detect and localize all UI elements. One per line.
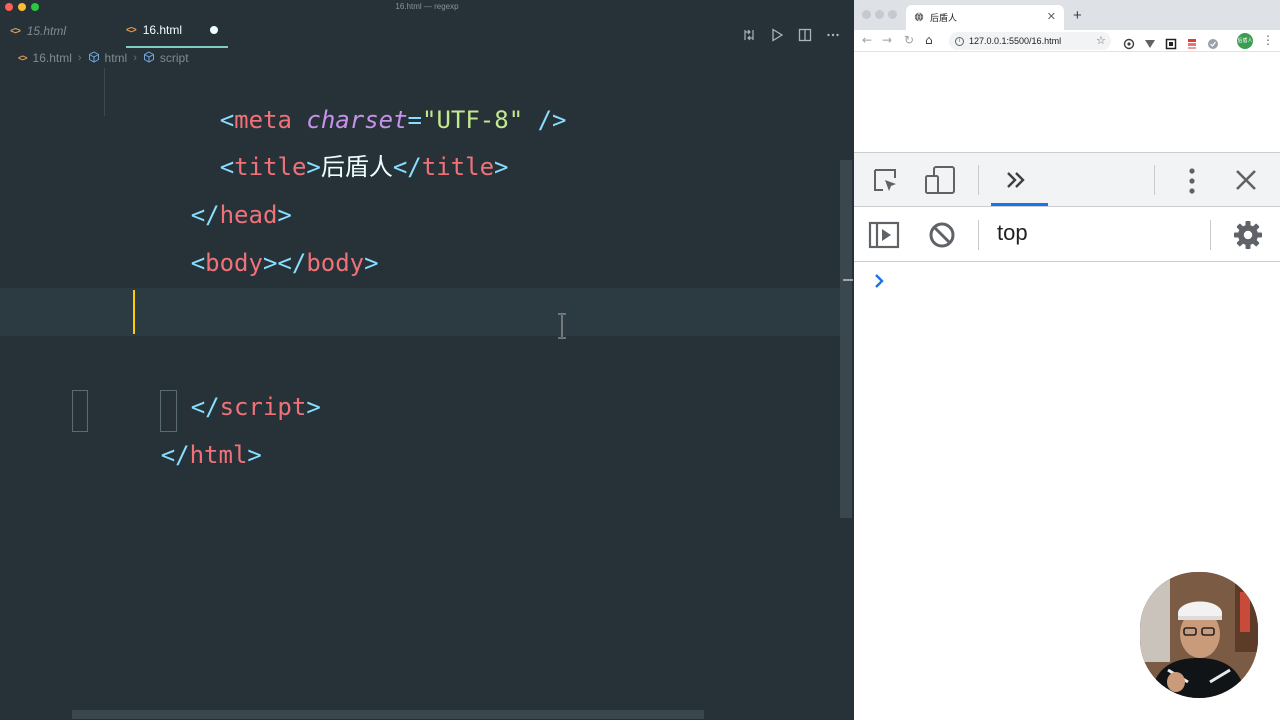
toolbar-separator [1154, 165, 1155, 195]
extension-icon[interactable] [1123, 35, 1135, 50]
breadcrumb-chevron-icon: › [77, 52, 82, 64]
title-bar: 16.html — regexp [0, 0, 854, 14]
breadcrumb-file[interactable]: <> 16.html [18, 51, 72, 65]
vertical-scrollbar[interactable] [840, 160, 852, 518]
run-icon[interactable] [770, 28, 784, 42]
close-tab-icon[interactable]: ✕ [1047, 10, 1056, 23]
code-line: </script> [190, 393, 321, 421]
breadcrumb-html[interactable]: html [88, 50, 127, 66]
code-line: <meta charset="UTF-8" /> [219, 106, 567, 134]
close-devtools-icon[interactable] [1234, 168, 1258, 196]
more-tabs-chevron-icon[interactable] [1004, 168, 1028, 196]
show-sidebar-icon[interactable] [868, 221, 900, 253]
browser-tab-strip: 后盾人 ✕ + [854, 0, 1280, 30]
code-editor: 16.html — regexp <> 15.html <> 16.html <… [0, 0, 854, 720]
tab-label: 16.html [142, 23, 183, 37]
clear-console-icon[interactable] [928, 221, 956, 253]
forward-icon[interactable]: → [882, 33, 892, 47]
tab-15-html[interactable]: <> 15.html [10, 14, 66, 48]
code-line: </head> [190, 201, 292, 229]
horizontal-scrollbar[interactable] [72, 710, 704, 719]
console-toolbar: top [854, 208, 1280, 262]
window-title: 16.html — regexp [395, 2, 459, 11]
breadcrumb-chevron-icon: › [133, 52, 137, 64]
extension-stack-icon[interactable] [1186, 35, 1198, 49]
indent-guide [104, 68, 105, 116]
element-cube-icon [88, 50, 100, 66]
url-text: 127.0.0.1:5500/16.html [969, 36, 1062, 46]
profile-avatar[interactable]: 后盾人 [1237, 33, 1253, 49]
browser-menu-icon[interactable]: ⋮ [1262, 33, 1274, 47]
globe-icon [914, 12, 924, 24]
more-actions-icon[interactable] [826, 28, 840, 42]
cursor-position-marker [843, 279, 853, 281]
new-tab-icon[interactable]: + [1073, 7, 1082, 24]
console-settings-gear-icon[interactable] [1233, 220, 1263, 254]
toolbar-separator [1210, 220, 1211, 250]
reload-icon[interactable]: ↻ [904, 33, 914, 47]
split-editor-icon[interactable] [798, 28, 812, 42]
browser-minimize-button[interactable] [875, 10, 884, 19]
devtools-tab-toolbar [854, 153, 1280, 207]
devtools-menu-icon[interactable] [1180, 166, 1204, 200]
active-tab-underline [991, 203, 1048, 206]
address-bar[interactable]: i 127.0.0.1:5500/16.html [949, 32, 1111, 50]
html-file-icon: <> [10, 25, 21, 37]
breadcrumb: <> 16.html › html › script [0, 48, 854, 68]
toolbar-separator [978, 165, 979, 195]
home-icon[interactable]: ⌂ [925, 33, 933, 47]
code-text-area[interactable]: <meta charset="UTF-8" /> <title>后盾人</tit… [0, 68, 854, 720]
console-prompt-chevron-icon[interactable] [874, 273, 884, 293]
browser-toolbar: ← → ↻ ⌂ i 127.0.0.1:5500/16.html ☆ 后盾人 ⋮ [854, 30, 1280, 52]
browser-close-button[interactable] [862, 10, 871, 19]
toolbar-separator [978, 220, 979, 250]
current-code-line [0, 288, 840, 336]
mouse-ibeam-cursor-icon [556, 313, 568, 345]
breadcrumb-script[interactable]: script [143, 50, 189, 66]
html-file-icon: <> [18, 53, 27, 63]
browser-maximize-button[interactable] [888, 10, 897, 19]
editor-tab-bar: <> 15.html <> 16.html [0, 14, 854, 48]
browser-tab[interactable]: 后盾人 ✕ [906, 5, 1064, 30]
extension-puzzle-icon[interactable] [1207, 35, 1219, 49]
bookmark-star-icon[interactable]: ☆ [1096, 34, 1106, 47]
unsaved-dot-icon[interactable] [210, 26, 218, 34]
code-line: </html> [160, 441, 262, 469]
code-line: <body></body> [190, 249, 379, 277]
code-line: <script> [104, 239, 854, 325]
browser-tab-title: 后盾人 [930, 13, 958, 23]
presenter-webcam-image [1140, 572, 1258, 698]
editor-actions [742, 28, 840, 42]
text-cursor [133, 290, 135, 334]
tab-label: 15.html [26, 24, 67, 38]
element-cube-icon [143, 50, 155, 66]
inspect-element-icon[interactable] [872, 167, 900, 199]
vue-devtools-icon[interactable] [1144, 35, 1156, 48]
back-icon[interactable]: ← [862, 33, 872, 47]
javascript-context-selector[interactable]: top [997, 220, 1028, 246]
extension-box-icon[interactable] [1165, 35, 1177, 50]
source-control-compare-icon[interactable] [742, 28, 756, 42]
tab-16-html[interactable]: <> 16.html [126, 14, 228, 48]
html-file-icon: <> [126, 24, 137, 36]
site-info-icon[interactable]: i [955, 36, 964, 46]
device-toolbar-icon[interactable] [924, 165, 956, 199]
code-line: <title>后盾人</title> [219, 153, 509, 181]
